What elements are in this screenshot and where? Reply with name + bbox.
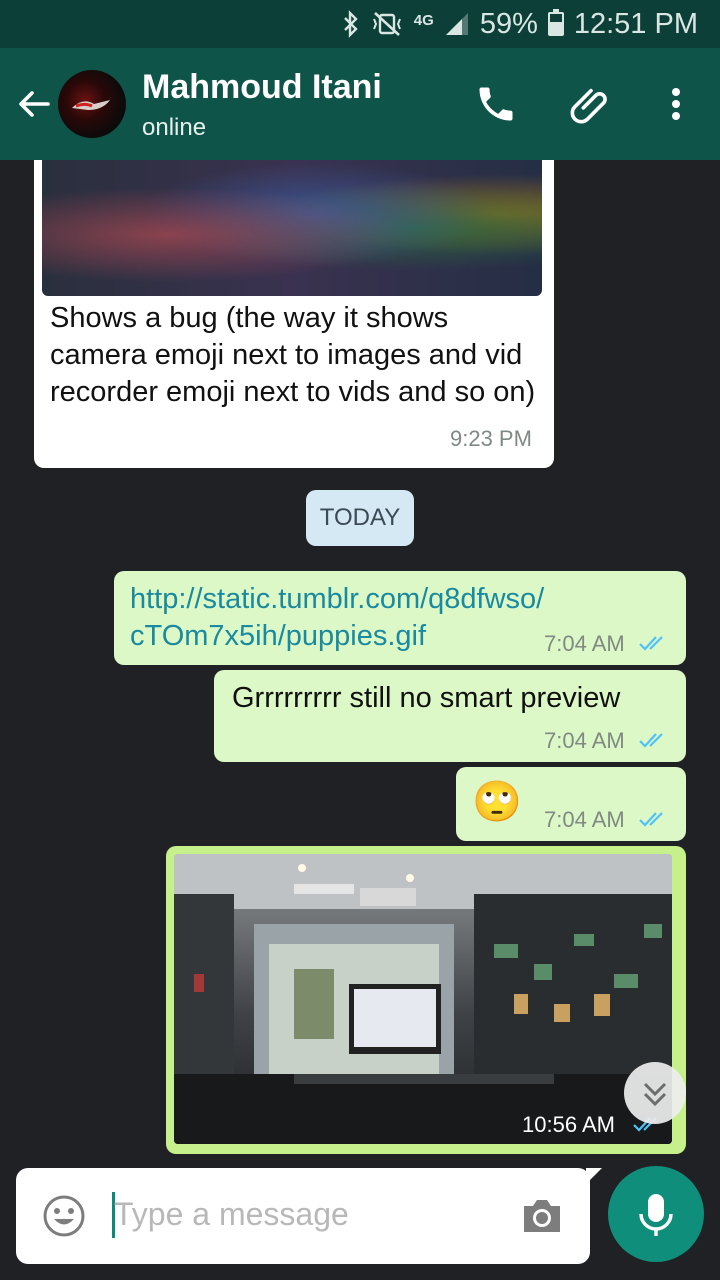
signal-icon: [444, 11, 470, 37]
chat-header: Mahmoud Itani online: [0, 48, 720, 160]
message-time: 10:56 AM: [522, 1112, 615, 1137]
outgoing-link-message[interactable]: http://static.tumblr.com/q8dfwso/ cTOm7x…: [114, 571, 686, 665]
clock: 12:51 PM: [573, 7, 698, 40]
more-vert-icon[interactable]: [654, 82, 698, 126]
scroll-down-button[interactable]: [624, 1062, 686, 1124]
contact-name[interactable]: Mahmoud Itani: [142, 68, 382, 107]
read-ticks-icon: [639, 812, 663, 827]
battery-icon: [547, 9, 564, 36]
message-time: 7:04 AM: [544, 631, 625, 656]
message-text: Shows a bug (the way it shows camera emo…: [50, 302, 536, 408]
camera-icon[interactable]: [520, 1196, 564, 1241]
status-bar: 4G 59% 12:51 PM: [0, 0, 720, 48]
network-type: 4G: [413, 11, 434, 29]
message-text: Grrrrrrrrr still no smart preview: [232, 682, 621, 714]
battery-percent: 59%: [479, 7, 538, 40]
message-time: 7:04 AM: [544, 807, 625, 832]
message-input-bar: Type a message: [16, 1168, 602, 1264]
link-line-2: cTOm7x5ih/puppies.gif: [130, 620, 427, 652]
back-arrow-icon[interactable]: [14, 84, 54, 124]
read-ticks-icon: [639, 636, 663, 651]
message-link[interactable]: http://static.tumblr.com/q8dfwso/ cTOm7x…: [130, 581, 544, 655]
voice-record-button[interactable]: [608, 1166, 704, 1262]
bluetooth-icon: [342, 10, 360, 38]
avatar[interactable]: [58, 70, 126, 138]
message-time: 9:23 PM: [450, 426, 532, 451]
vibrate-mute-icon: [370, 10, 404, 38]
read-ticks-icon: [639, 733, 663, 748]
message-time: 7:04 AM: [544, 728, 625, 753]
phone-icon[interactable]: [474, 82, 518, 126]
emoji: 🙄: [472, 780, 522, 824]
outgoing-emoji-message[interactable]: 🙄 7:04 AM: [456, 767, 686, 841]
link-line-1: http://static.tumblr.com/q8dfwso/: [130, 583, 545, 615]
emoji-icon[interactable]: [42, 1194, 86, 1243]
message-input[interactable]: Type a message: [114, 1196, 349, 1233]
outgoing-photo-message[interactable]: 10:56 AM: [166, 846, 686, 1154]
microphone-icon: [639, 1194, 673, 1236]
attachment-icon[interactable]: [568, 82, 612, 126]
blurred-image[interactable]: [42, 160, 542, 296]
outgoing-text-message[interactable]: Grrrrrrrrr still no smart preview 7:04 A…: [214, 670, 686, 762]
double-chevron-down-icon: [643, 1082, 667, 1107]
date-divider: TODAY: [306, 490, 414, 546]
contact-status: online: [142, 114, 207, 141]
photo-image[interactable]: [174, 854, 672, 1144]
incoming-image-message[interactable]: Shows a bug (the way it shows camera emo…: [34, 160, 554, 468]
message-list[interactable]: Shows a bug (the way it shows camera emo…: [0, 160, 720, 1160]
